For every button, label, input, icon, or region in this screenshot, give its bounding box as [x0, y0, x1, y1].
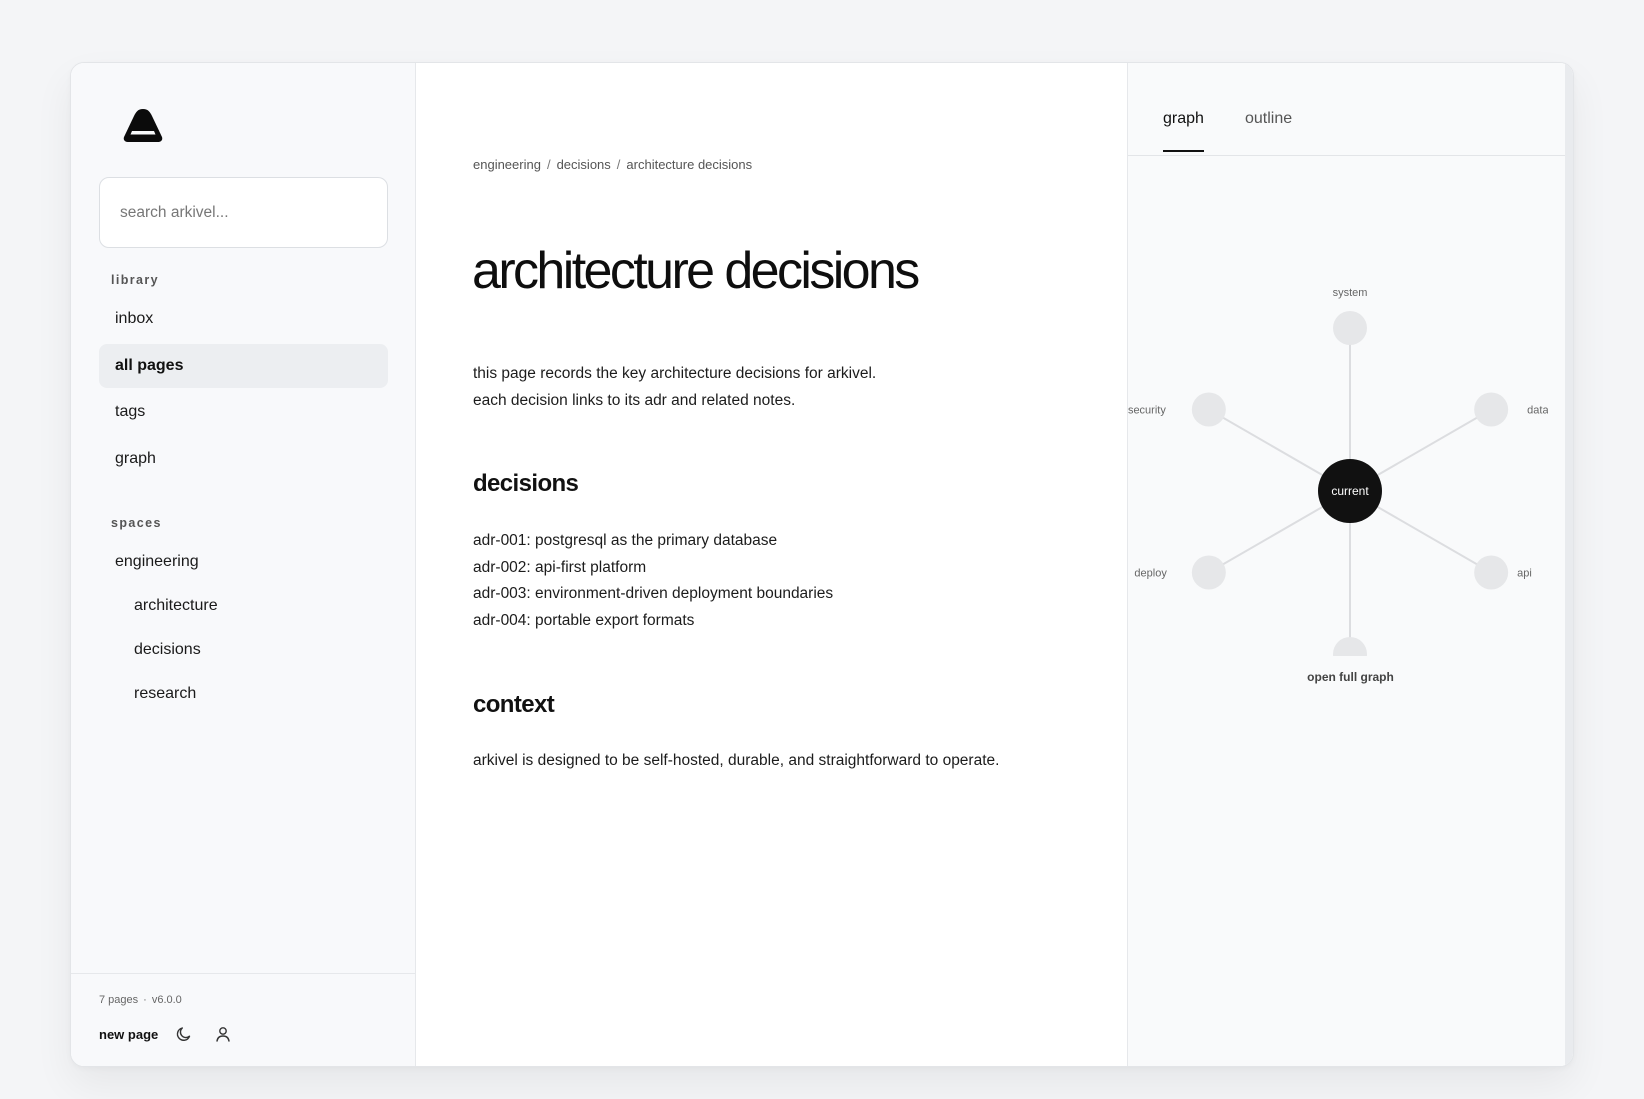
breadcrumb-engineering[interactable]: engineering	[473, 157, 541, 172]
decision-item[interactable]: adr-004: portable export formats	[473, 608, 833, 635]
sidebar-footer: 7 pages · v6.0.0 new page	[71, 973, 415, 1066]
sidebar-item-label: tags	[115, 403, 146, 420]
graph-node-api[interactable]	[1474, 555, 1509, 590]
graph-node-security[interactable]	[1191, 392, 1226, 427]
main-content: engineering / decisions / architecture d…	[416, 63, 1128, 1066]
decisions-list: adr-001: postgresql as the primary datab…	[473, 528, 833, 634]
context-text: arkivel is designed to be self-hosted, d…	[473, 752, 1000, 769]
breadcrumb-separator: /	[616, 157, 621, 172]
sidebar-item-label: decisions	[134, 641, 201, 658]
graph-node-data[interactable]	[1474, 392, 1509, 427]
graph-node-deploy[interactable]	[1191, 555, 1226, 590]
graph-node-model[interactable]	[1333, 637, 1367, 656]
sidebar-item-architecture[interactable]: architecture	[99, 584, 388, 628]
scrollbar[interactable]	[1565, 63, 1573, 1066]
intro-line: this page records the key architecture d…	[473, 365, 877, 382]
sidebar-item-graph[interactable]: graph	[99, 437, 388, 481]
user-icon[interactable]	[214, 1025, 232, 1043]
app-window: library inbox all pages tags graph space…	[70, 62, 1574, 1067]
graph-node-system[interactable]	[1333, 311, 1367, 345]
breadcrumb-separator: /	[546, 157, 551, 172]
sidebar-item-decisions[interactable]: decisions	[99, 628, 388, 672]
page-title: architecture decisions	[472, 242, 920, 300]
sidebar-item-label: architecture	[134, 597, 218, 614]
library-section-label: library	[111, 273, 160, 287]
sidebar-item-label: graph	[115, 450, 156, 467]
graph-node-label: deploy	[1134, 568, 1167, 580]
tab-graph[interactable]: graph	[1163, 110, 1204, 152]
search-input[interactable]	[99, 177, 388, 248]
sidebar-item-tags[interactable]: tags	[99, 390, 388, 434]
sidebar-item-engineering[interactable]: engineering	[99, 540, 388, 584]
sidebar-item-inbox[interactable]: inbox	[99, 297, 388, 341]
arkivel-logo-icon[interactable]	[121, 107, 165, 143]
decision-item[interactable]: adr-002: api-first platform	[473, 555, 833, 582]
footer-separator: ·	[143, 994, 147, 1006]
sidebar-item-label: research	[134, 685, 197, 702]
graph-node-label: api	[1517, 568, 1532, 580]
sidebar: library inbox all pages tags graph space…	[71, 63, 416, 1066]
panel-tabs: graph outline	[1128, 63, 1573, 156]
decision-item[interactable]: adr-003: environment-driven deployment b…	[473, 581, 833, 608]
right-panel: graph outline systemdataapimodeldeployse…	[1128, 63, 1573, 1066]
breadcrumb-current: architecture decisions	[626, 157, 753, 172]
decisions-heading: decisions	[473, 470, 579, 497]
intro-text: this page records the key architecture d…	[473, 361, 876, 414]
spaces-section-label: spaces	[111, 516, 162, 530]
footer-meta: 7 pages · v6.0.0	[99, 994, 182, 1006]
sidebar-item-label: all pages	[115, 357, 184, 374]
sidebar-item-label: engineering	[115, 553, 199, 570]
sidebar-item-research[interactable]: research	[99, 672, 388, 716]
sidebar-item-all-pages[interactable]: all pages	[99, 344, 388, 388]
new-page-button[interactable]: new page	[99, 1027, 158, 1042]
graph-center-label: current	[1331, 484, 1369, 498]
moon-icon[interactable]	[175, 1025, 193, 1043]
intro-line: each decision links to its adr and relat…	[473, 391, 796, 409]
graph-node-label: data	[1527, 405, 1548, 417]
graph-node-label: system	[1333, 287, 1368, 299]
sidebar-item-label: inbox	[115, 310, 154, 327]
context-heading: context	[473, 691, 555, 718]
open-full-graph-link[interactable]: open full graph	[1128, 670, 1573, 684]
graph-node-label: security	[1128, 405, 1166, 417]
app-version: v6.0.0	[151, 994, 182, 1006]
tab-outline[interactable]: outline	[1245, 110, 1292, 150]
local-graph: systemdataapimodeldeploysecuritycurrent	[1128, 287, 1548, 656]
breadcrumb: engineering / decisions / architecture d…	[473, 157, 752, 172]
breadcrumb-decisions[interactable]: decisions	[557, 157, 611, 172]
page-count: 7 pages	[99, 994, 139, 1006]
decision-item[interactable]: adr-001: postgresql as the primary datab…	[473, 528, 833, 555]
